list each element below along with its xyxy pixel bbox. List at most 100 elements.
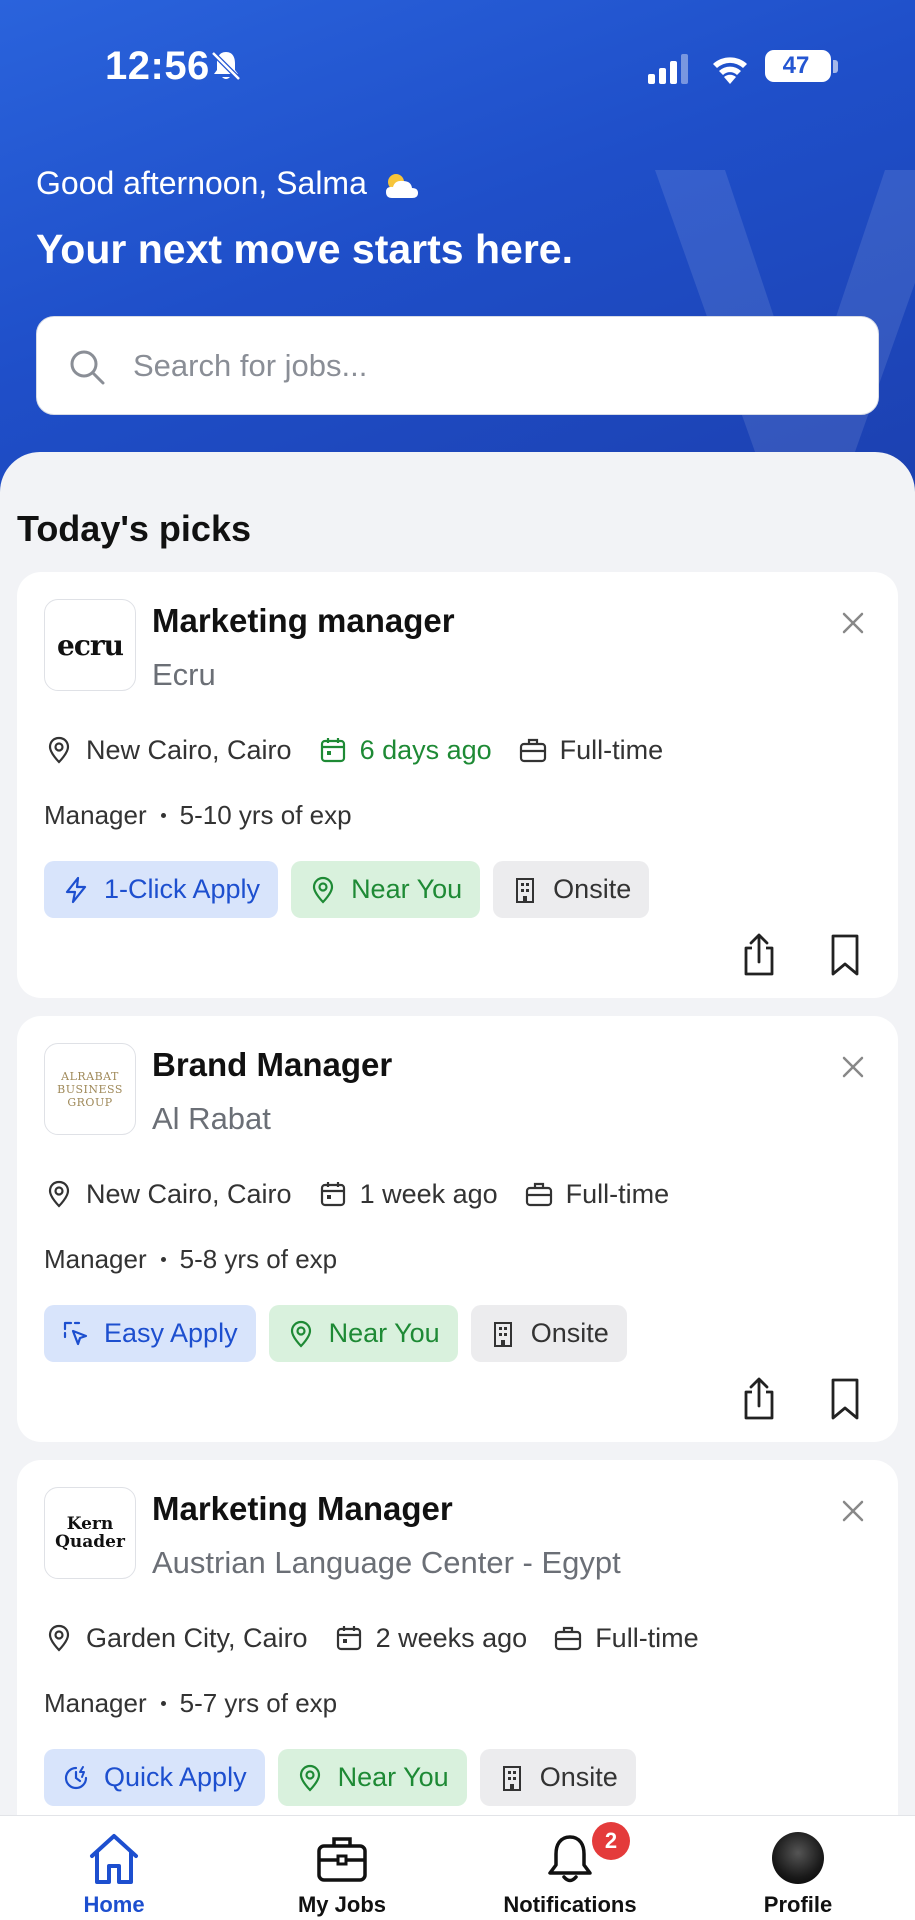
- location-pin-icon: [48, 1180, 70, 1208]
- separator-dot: [160, 1701, 166, 1706]
- building-icon: [493, 1321, 512, 1347]
- status-bar: 12:56 47: [0, 0, 915, 130]
- tag-near-you-label: Near You: [351, 874, 463, 904]
- job-card[interactable]: ecru Marketing manager Ecru New Cairo, C…: [17, 572, 898, 998]
- share-icon[interactable]: [736, 1376, 782, 1422]
- job-type: Full-time: [553, 1623, 699, 1654]
- company-logo: ALRABAT BUSINESS GROUP: [44, 1043, 136, 1135]
- job-posted: 2 weeks ago: [334, 1623, 527, 1654]
- company-name[interactable]: Ecru: [152, 657, 216, 693]
- lightning-icon: [65, 876, 87, 903]
- job-meta: New Cairo, Cairo 1 week ago Full-time: [44, 1176, 695, 1212]
- location-text: New Cairo, Cairo: [86, 1178, 292, 1209]
- tag-onsite-label: Onsite: [553, 874, 632, 904]
- nav-home-label: Home: [83, 1892, 145, 1917]
- close-icon[interactable]: [838, 1052, 868, 1082]
- calendar-icon: [336, 1626, 361, 1651]
- search-icon: [70, 350, 105, 385]
- tag-apply[interactable]: Easy Apply: [44, 1305, 256, 1362]
- location-pin-icon: [290, 1320, 311, 1348]
- building-icon: [516, 877, 535, 903]
- card-actions: [736, 932, 868, 978]
- greeting-text: Good afternoon, Salma: [36, 165, 367, 201]
- job-location: New Cairo, Cairo: [44, 1179, 292, 1210]
- location-pin-icon: [48, 1624, 70, 1652]
- building-icon: [502, 1765, 521, 1791]
- brand-watermark-icon: [655, 170, 915, 480]
- nav-home[interactable]: Home: [0, 1816, 228, 1920]
- close-icon[interactable]: [838, 1496, 868, 1526]
- separator-dot: [160, 813, 166, 818]
- tag-onsite-label: Onsite: [539, 1762, 618, 1792]
- job-title[interactable]: Brand Manager: [152, 1046, 392, 1084]
- share-icon[interactable]: [736, 932, 782, 978]
- nav-my-jobs[interactable]: My Jobs: [228, 1816, 456, 1920]
- job-posted: 6 days ago: [318, 735, 492, 766]
- job-type-text: Full-time: [595, 1622, 699, 1653]
- job-type-text: Full-time: [565, 1178, 670, 1209]
- cursor-click-icon: [63, 1321, 88, 1345]
- tag-onsite: Onsite: [479, 1749, 636, 1806]
- search-bar[interactable]: [36, 316, 879, 415]
- company-name[interactable]: Austrian Language Center - Egypt: [152, 1545, 621, 1581]
- avatar: [772, 1832, 824, 1884]
- nav-profile[interactable]: Profile: [684, 1816, 912, 1920]
- bell-muted-icon: [211, 51, 241, 81]
- search-input[interactable]: [133, 317, 833, 414]
- job-card[interactable]: ALRABAT BUSINESS GROUP Brand Manager Al …: [17, 1016, 898, 1442]
- briefcase-icon: [525, 1182, 552, 1207]
- tag-onsite-label: Onsite: [530, 1318, 609, 1348]
- experience-text: 5-7 yrs of exp: [179, 1688, 338, 1718]
- job-meta: New Cairo, Cairo 6 days ago Full-time: [44, 732, 689, 768]
- tag-apply[interactable]: 1-Click Apply: [44, 861, 279, 918]
- level-text: Manager: [44, 1244, 147, 1274]
- calendar-icon: [320, 738, 345, 763]
- company-logo-text: ecru: [57, 628, 124, 662]
- job-level: Manager 5-7 yrs of exp: [44, 1688, 337, 1719]
- nav-notifications-label: Notifications: [503, 1892, 637, 1917]
- job-type-text: Full-time: [559, 734, 664, 765]
- job-title[interactable]: Marketing manager: [152, 602, 455, 640]
- wifi-icon: [713, 57, 747, 84]
- cellular-signal-icon: [648, 54, 688, 84]
- company-logo: ecru: [44, 599, 136, 691]
- job-tags: 1-Click Apply Near You Onsite: [44, 861, 650, 918]
- headline: Your next move starts here.: [36, 226, 573, 272]
- company-name[interactable]: Al Rabat: [152, 1101, 271, 1137]
- tag-apply-label: Easy Apply: [104, 1318, 238, 1348]
- briefcase-icon: [555, 1626, 582, 1651]
- tag-near-you-label: Near You: [337, 1762, 449, 1792]
- bottom-nav: Home My Jobs 2 Notifications Profile: [0, 1815, 915, 1920]
- location-text: Garden City, Cairo: [86, 1622, 308, 1653]
- section-title: Today's picks: [17, 508, 251, 549]
- nav-my-jobs-label: My Jobs: [297, 1892, 387, 1917]
- bookmark-icon[interactable]: [822, 932, 868, 978]
- job-meta: Garden City, Cairo 2 weeks ago Full-time: [44, 1620, 725, 1656]
- clock-lightning-icon: [64, 1765, 88, 1789]
- home-icon: [90, 1834, 138, 1884]
- briefcase-icon: [317, 1837, 367, 1882]
- tag-apply[interactable]: Quick Apply: [44, 1749, 265, 1806]
- company-logo: Kern Quader: [44, 1487, 136, 1579]
- posted-text: 1 week ago: [359, 1178, 498, 1209]
- job-type: Full-time: [524, 1178, 670, 1210]
- experience-text: 5-10 yrs of exp: [179, 800, 352, 830]
- close-icon[interactable]: [838, 608, 868, 638]
- hero-header: 12:56 47 Good afternoon, Salma Your next…: [0, 0, 915, 500]
- job-level: Manager 5-8 yrs of exp: [44, 1244, 337, 1275]
- company-logo-text: ALRABAT BUSINESS GROUP: [57, 1069, 123, 1109]
- tag-near-you: Near You: [277, 1749, 467, 1806]
- nav-notifications[interactable]: 2 Notifications: [456, 1816, 684, 1920]
- location-text: New Cairo, Cairo: [86, 734, 292, 765]
- location-pin-icon: [48, 736, 70, 764]
- job-posted: 1 week ago: [318, 1179, 498, 1210]
- tag-apply-label: 1-Click Apply: [104, 874, 261, 904]
- weather-sun-cloud-icon: [385, 173, 418, 198]
- bookmark-icon[interactable]: [822, 1376, 868, 1422]
- tag-apply-label: Quick Apply: [104, 1762, 247, 1792]
- job-title[interactable]: Marketing Manager: [152, 1490, 453, 1528]
- company-logo-text: Kern Quader: [55, 1514, 125, 1552]
- job-location: Garden City, Cairo: [44, 1623, 308, 1654]
- experience-text: 5-8 yrs of exp: [179, 1244, 338, 1274]
- battery-cap: [833, 60, 838, 73]
